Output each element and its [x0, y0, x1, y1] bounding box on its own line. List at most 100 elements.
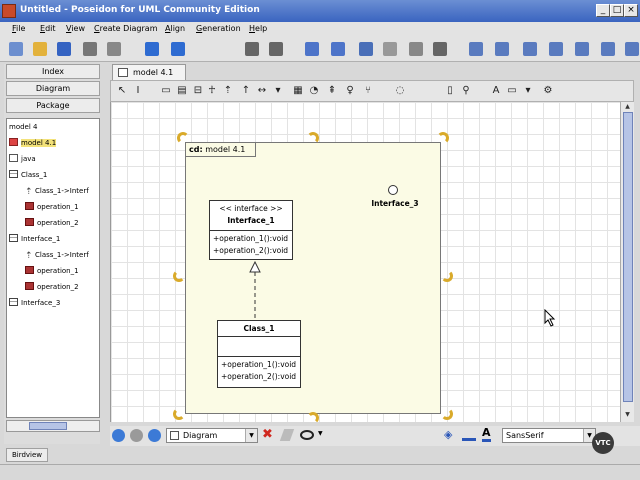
tree-item[interactable]: Class_1 — [9, 169, 47, 181]
generalization-tool-icon[interactable]: ⇡ — [221, 85, 235, 98]
select-icon[interactable]: ↖ — [115, 85, 129, 98]
eye-icon[interactable] — [300, 430, 314, 440]
stop-icon[interactable] — [130, 429, 143, 442]
state-diagram-icon[interactable] — [572, 39, 592, 59]
menu-align[interactable]: Align — [165, 24, 185, 33]
scroll-thumb[interactable] — [29, 422, 67, 430]
tab-model-4-1[interactable]: model 4.1 — [112, 64, 186, 80]
lollipop-tool-icon[interactable]: ♀ — [343, 85, 357, 98]
scissors-icon[interactable] — [328, 39, 348, 59]
paste-icon[interactable] — [380, 39, 400, 59]
menu-file[interactable]: File — [12, 24, 25, 33]
tree-item[interactable]: Interface_1 — [9, 233, 60, 245]
diagram-canvas[interactable]: cd: model 4.1 << interface >> Interface_… — [110, 102, 620, 422]
usecase-diagram-icon-glyph — [495, 42, 509, 56]
font-color-icon[interactable]: A — [482, 427, 491, 442]
open-file-icon[interactable] — [30, 39, 50, 59]
undo-icon[interactable] — [142, 39, 162, 59]
copy-icon[interactable] — [356, 39, 376, 59]
association-tool-icon[interactable]: ↔ — [255, 85, 269, 98]
diagram-select[interactable]: Diagram ▼ — [166, 428, 258, 443]
close-button[interactable]: × — [624, 4, 638, 17]
tree-item-label: Interface_3 — [21, 299, 61, 307]
font-select[interactable]: SansSerif ▼ — [502, 428, 596, 443]
object-tool-icon[interactable]: ◔ — [307, 85, 321, 98]
usecase-diagram-icon[interactable] — [492, 39, 512, 59]
menu-edit[interactable]: Edit — [40, 24, 56, 33]
class-tool-icon[interactable]: ▭ — [159, 85, 173, 98]
delete-icon[interactable] — [406, 39, 426, 59]
note-tool-icon[interactable]: ▯ — [443, 85, 457, 98]
scroll-thumb[interactable] — [623, 112, 633, 402]
table-tool-icon[interactable]: ▦ — [291, 85, 305, 98]
interface-3-label[interactable]: Interface_3 — [365, 199, 425, 208]
tree-item[interactable]: operation_2 — [25, 281, 79, 293]
collaboration-diagram-icon[interactable] — [546, 39, 566, 59]
link-icon[interactable] — [242, 39, 262, 59]
layout-tool-icon[interactable]: ⚙ — [541, 85, 555, 98]
tab-package[interactable]: Package — [6, 98, 100, 113]
unlink-icon[interactable] — [266, 39, 286, 59]
sequence-diagram-icon[interactable] — [520, 39, 540, 59]
cut-icon[interactable] — [302, 39, 322, 59]
menu-view[interactable]: View — [66, 24, 85, 33]
tab-index[interactable]: Index — [6, 64, 100, 79]
scroll-down-arrow-icon[interactable]: ▼ — [622, 410, 633, 420]
delete-icon-glyph — [409, 42, 423, 56]
new-file-icon[interactable] — [6, 39, 26, 59]
comment-tool-icon[interactable]: ◌ — [393, 85, 407, 98]
shape-tool-icon[interactable]: ▭ — [505, 85, 519, 98]
tab-diagram[interactable]: Diagram — [6, 81, 100, 96]
settings-icon[interactable] — [104, 39, 124, 59]
tree-item[interactable]: model 4 — [9, 121, 37, 133]
tree-item[interactable]: ⇡ Class_1->Interf — [25, 185, 89, 197]
interface-tool-icon[interactable]: ▤ — [175, 85, 189, 98]
dependency-tool-icon[interactable]: ⇞ — [325, 85, 339, 98]
line-color-icon[interactable] — [462, 429, 476, 441]
print-icon[interactable] — [80, 39, 100, 59]
actor-tool-icon[interactable]: ☥ — [205, 85, 219, 98]
maximize-button[interactable]: □ — [610, 4, 624, 17]
chevron-down-icon[interactable]: ▾ — [271, 85, 285, 98]
menu-help[interactable]: Help — [249, 24, 267, 33]
fill-color-icon[interactable]: ◈ — [444, 428, 452, 441]
save-icon[interactable] — [54, 39, 74, 59]
text-tool-icon[interactable]: Ⅰ — [131, 85, 145, 98]
canvas-vertical-scrollbar[interactable]: ▲ ▼ — [620, 102, 634, 422]
tree-item[interactable]: ⇡ Class_1->Interf — [25, 249, 89, 261]
class-diagram-icon-glyph — [469, 42, 483, 56]
pen-icon[interactable] — [279, 429, 295, 441]
pin-tool-icon[interactable]: ⚲ — [459, 85, 473, 98]
deployment-diagram-icon[interactable] — [622, 39, 640, 59]
tree-item[interactable]: java — [9, 153, 36, 165]
menu-generation[interactable]: Generation — [196, 24, 241, 33]
menu-create-diagram[interactable]: Create Diagram — [94, 24, 157, 33]
tree-item[interactable]: model 4.1 — [9, 137, 57, 149]
navigator-horizontal-scrollbar[interactable] — [6, 420, 100, 432]
class-1-box[interactable]: Class_1 +operation_1():void +operation_2… — [217, 320, 301, 388]
back-icon[interactable] — [112, 429, 125, 442]
up-icon[interactable] — [148, 429, 161, 442]
package-tool-icon[interactable]: ⊟ — [191, 85, 205, 98]
realization-tool-icon[interactable]: ↑ — [239, 85, 253, 98]
minimize-button[interactable]: _ — [596, 4, 610, 17]
interface-3-circle[interactable] — [388, 185, 398, 195]
deployment-diagram-icon-glyph — [625, 42, 639, 56]
tree-item[interactable]: operation_1 — [25, 201, 79, 213]
font-tool-icon[interactable]: A — [489, 85, 503, 98]
chevron-down-icon[interactable]: ▼ — [318, 430, 323, 437]
tree-item[interactable]: Interface_3 — [9, 297, 60, 309]
redo-icon[interactable] — [168, 39, 188, 59]
camera-icon[interactable] — [430, 39, 450, 59]
chevron-down-icon[interactable]: ▾ — [521, 85, 535, 98]
tab-birdview[interactable]: Birdview — [6, 448, 48, 462]
scroll-up-arrow-icon[interactable]: ▲ — [622, 102, 633, 112]
activity-diagram-icon[interactable] — [598, 39, 618, 59]
tree-item[interactable]: operation_2 — [25, 217, 79, 229]
class-diagram-icon[interactable] — [466, 39, 486, 59]
realization-arrow[interactable] — [111, 102, 620, 422]
open-file-icon-glyph — [33, 42, 47, 56]
fork-tool-icon[interactable]: ⑂ — [361, 85, 375, 98]
delete-icon[interactable]: ✖ — [262, 428, 273, 442]
tree-item[interactable]: operation_1 — [25, 265, 79, 277]
